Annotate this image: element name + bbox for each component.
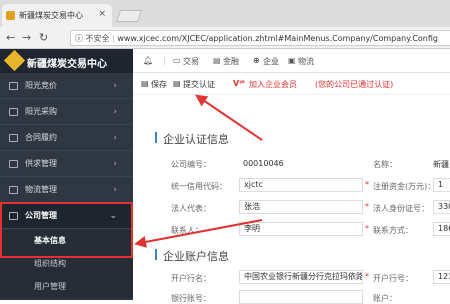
nav-trade[interactable]: 交易: [183, 56, 199, 67]
browser-tab-bar: 新疆煤炭交易中心 ×: [0, 0, 450, 27]
legal-rep-field[interactable]: 张浩: [239, 200, 363, 214]
sidebar-subitem-user-mgmt[interactable]: 用户管理: [0, 275, 133, 298]
chevron-right-icon: ›: [113, 107, 117, 117]
name-value: 新疆: [433, 160, 449, 169]
legal-id-field[interactable]: 330: [433, 200, 450, 214]
credit-code-label: 统一信用代码：: [171, 182, 227, 191]
sidebar-item-sunshine-purchase[interactable]: 阳光采购 ›: [0, 99, 133, 125]
bank-name-label: 开户行名：: [171, 274, 211, 283]
join-member-link[interactable]: 加入企业会员: [249, 79, 297, 90]
browser-tab[interactable]: 新疆煤炭交易中心 ×: [2, 4, 112, 27]
bank-no-label: 开户行号：: [373, 274, 413, 283]
reg-capital-field[interactable]: 1: [433, 178, 450, 192]
account-type-label: 账户：: [373, 294, 397, 303]
brand-title: 新疆煤炭交易中心: [27, 59, 107, 70]
bank-icon[interactable]: ▤: [213, 56, 221, 65]
section-accent-bar: [155, 132, 157, 143]
contact-phone-label: 联系方式：: [373, 226, 413, 235]
chevron-right-icon: ›: [113, 159, 117, 169]
chevron-right-icon: ›: [113, 81, 117, 91]
brand-header: 新疆煤炭交易中心: [0, 49, 133, 73]
sidebar-item-logistics[interactable]: 物流管理 ›: [0, 177, 133, 203]
contact-phone-field[interactable]: 186: [433, 222, 450, 236]
credit-code-field[interactable]: xjctc: [239, 178, 363, 192]
bank-account-label: 银行账号：: [171, 294, 211, 303]
reg-capital-label: 注册资金(万元)：: [373, 182, 436, 191]
bank-account-field[interactable]: [239, 290, 363, 304]
address-bar: ← → ↻ ⓘ 不安全 | www.xjcec.com/XJCEC/applic…: [0, 27, 450, 49]
forward-arrow-icon[interactable]: →: [22, 31, 31, 44]
back-arrow-icon[interactable]: ←: [6, 31, 15, 44]
sidebar-item-label: 阳光采购: [25, 107, 57, 116]
tab-title: 新疆煤炭交易中心: [19, 11, 83, 20]
sidebar-item-label: 合同履约: [25, 133, 57, 142]
contract-icon: [9, 134, 18, 142]
section-title-certification: 企业认证信息: [155, 131, 229, 147]
legal-rep-label: 法人代表：: [171, 204, 211, 213]
truck-nav-icon[interactable]: ▣: [288, 56, 296, 65]
company-no-value: 00010046: [243, 159, 284, 168]
chevron-right-icon: ›: [113, 185, 117, 195]
chevron-right-icon: ›: [113, 133, 117, 143]
nav-logistics[interactable]: 物流: [298, 56, 314, 67]
sidebar-item-supply[interactable]: 供求管理 ›: [0, 151, 133, 177]
notification-bell-icon[interactable]: 🔔︎: [143, 56, 153, 65]
sidebar-item-sunshine-bidding[interactable]: 阳光竞价 ›: [0, 73, 133, 99]
required-mark: *: [365, 180, 369, 189]
site-favicon-icon: [6, 11, 15, 20]
bank-no-field[interactable]: 123: [433, 270, 450, 284]
bank-name-field[interactable]: 中国农业银行新疆分行克拉玛依路: [239, 270, 363, 284]
security-label: 不安全: [85, 34, 110, 43]
section-accent-bar: [155, 249, 157, 260]
submit-certification-button[interactable]: 提交认证: [183, 79, 215, 90]
section-title-account: 企业账户信息: [155, 248, 229, 264]
highlight-box-company-menu: [0, 202, 133, 258]
nav-finance[interactable]: 金融: [223, 56, 239, 67]
save-button[interactable]: 保存: [151, 79, 167, 90]
sidebar: 新疆煤炭交易中心 阳光竞价 › 阳光采购 › 合同履约 › 供求管理 › 物流管…: [0, 49, 133, 300]
truck-icon: [9, 186, 18, 194]
required-mark: *: [365, 202, 369, 211]
bidding-icon: [9, 82, 18, 90]
tab-close-icon[interactable]: ×: [98, 9, 106, 19]
cart-icon: [9, 108, 18, 116]
reload-icon[interactable]: ↻: [39, 31, 48, 44]
sidebar-item-label: 物流管理: [25, 185, 57, 194]
save-icon[interactable]: ▤: [141, 79, 149, 88]
info-icon[interactable]: ⓘ: [75, 34, 83, 43]
contact-field[interactable]: 李明: [239, 222, 363, 236]
url-field[interactable]: ⓘ 不安全 | www.xjcec.com/XJCEC/application.…: [70, 30, 450, 46]
contact-label: 联系人：: [171, 226, 203, 235]
sidebar-item-contract[interactable]: 合同履约 ›: [0, 125, 133, 151]
legal-id-label: 法人身份证号：: [373, 204, 429, 213]
submit-icon[interactable]: ▤: [173, 79, 181, 88]
form-toolbar: ▤ 保存 ▤ 提交认证 Vᴵᴾ 加入企业会员 (您的公司已通过认证): [133, 73, 450, 95]
required-mark: *: [365, 224, 369, 233]
sidebar-item-label: 供求管理: [25, 159, 57, 168]
certified-notice: (您的公司已通过认证): [315, 80, 394, 89]
new-tab-button[interactable]: [115, 10, 143, 22]
brand-logo-icon: [3, 49, 26, 72]
required-mark: *: [365, 272, 369, 281]
top-navigation: 🔔︎ | ▭ 交易 ▤ 金融 ⊕ 企业 ▣ 物流: [133, 49, 450, 73]
company-no-label: 公司编号：: [171, 160, 211, 169]
nav-divider: |: [163, 56, 166, 65]
vip-icon: Vᴵᴾ: [233, 79, 245, 88]
globe-icon[interactable]: ⊕: [253, 56, 260, 65]
supply-icon: [9, 160, 18, 168]
url-text: www.xjcec.com/XJCEC/application.zhtml#Ma…: [117, 34, 438, 43]
nav-enterprise[interactable]: 企业: [263, 56, 279, 67]
name-label: 名称：: [373, 160, 397, 169]
sidebar-item-label: 阳光竞价: [25, 81, 57, 90]
main-content: 企业认证信息 公司编号： 00010046 名称： 新疆 统一信用代码： xjc…: [133, 95, 450, 304]
doc-icon[interactable]: ▭: [173, 56, 181, 65]
